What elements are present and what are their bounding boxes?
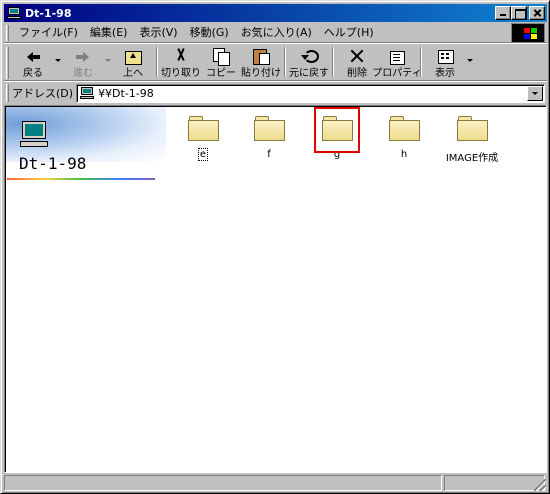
delete-label: 削除	[347, 68, 367, 79]
back-dropdown[interactable]	[53, 45, 63, 79]
copy-button[interactable]: コピー	[201, 45, 241, 79]
computer-icon[interactable]	[7, 7, 21, 19]
folder-up-icon	[124, 48, 142, 65]
back-arrow-icon	[24, 48, 42, 63]
folder-icon	[187, 114, 219, 141]
status-bar	[4, 475, 547, 492]
cut-button[interactable]: 切り取り	[161, 45, 201, 79]
view-icon	[436, 48, 454, 64]
toolbar-grip[interactable]	[6, 47, 9, 79]
cut-label: 切り取り	[161, 68, 201, 79]
undo-button[interactable]: 元に戻す	[289, 45, 329, 79]
standard-toolbar: 戻る 進む 上へ 切り取り コピー 貼り付け 元に戻す 削除 プロパティ 表示	[4, 45, 547, 81]
status-pane-zone	[444, 475, 545, 491]
view-button[interactable]: 表示	[425, 45, 465, 79]
status-pane-main	[4, 475, 442, 491]
highlight-box	[314, 107, 360, 153]
folder-item[interactable]: f	[239, 114, 299, 166]
explorer-window: Dt-1-98 ファイル(F) 編集(E) 表示(V) 移動(G) お気に入り(…	[0, 0, 550, 494]
address-label: アドレス(D)	[12, 87, 74, 100]
menu-edit[interactable]: 編集(E)	[84, 24, 134, 42]
delete-x-icon	[348, 48, 366, 63]
folder-label: f	[267, 149, 271, 160]
paste-button[interactable]: 貼り付け	[241, 45, 281, 79]
properties-button[interactable]: プロパティ	[372, 45, 422, 79]
forward-button[interactable]: 進む	[63, 45, 103, 79]
toolbar-separator	[332, 47, 334, 77]
window-title: Dt-1-98	[25, 6, 72, 20]
undo-label: 元に戻す	[289, 68, 329, 79]
toolbar-separator	[156, 47, 158, 77]
menubar-grip[interactable]	[6, 24, 9, 41]
folder-item[interactable]: e	[173, 114, 233, 166]
panel-divider	[7, 178, 155, 180]
menu-favorites[interactable]: お気に入り(A)	[235, 24, 318, 42]
menu-bar: ファイル(F) 編集(E) 表示(V) 移動(G) お気に入り(A) ヘルプ(H…	[4, 23, 547, 43]
toolbar-separator	[284, 47, 286, 77]
view-dropdown[interactable]	[465, 45, 475, 79]
scissors-icon	[172, 48, 190, 63]
folder-item[interactable]: h	[374, 114, 434, 166]
properties-label: プロパティ	[372, 68, 422, 79]
address-dropdown-button[interactable]	[527, 85, 543, 101]
folder-icon	[456, 114, 488, 141]
view-label: 表示	[435, 68, 455, 79]
forward-arrow-icon	[74, 48, 92, 63]
copy-icon	[212, 48, 230, 66]
address-input[interactable]: ¥¥Dt-1-98	[76, 83, 545, 103]
delete-button[interactable]: 削除	[337, 45, 377, 79]
forward-label: 進む	[73, 68, 93, 79]
close-button[interactable]	[529, 6, 545, 20]
network-computer-icon	[20, 121, 50, 149]
menu-help[interactable]: ヘルプ(H)	[318, 24, 380, 42]
up-label: 上へ	[123, 68, 143, 79]
back-button[interactable]: 戻る	[13, 45, 53, 79]
folder-label: IMAGE作成	[445, 153, 499, 164]
computer-icon	[80, 87, 95, 99]
back-label: 戻る	[23, 68, 43, 79]
resize-grip-icon[interactable]	[534, 479, 546, 491]
properties-icon	[388, 48, 406, 65]
panel-title: Dt-1-98	[19, 154, 87, 173]
menu-file[interactable]: ファイル(F)	[13, 24, 84, 42]
addressbar-grip[interactable]	[6, 84, 9, 102]
folder-view[interactable]: Dt-1-98 e f g h IMAGE作成	[4, 105, 547, 473]
folder-label: h	[400, 149, 408, 160]
menu-view[interactable]: 表示(V)	[133, 24, 183, 42]
maximize-button[interactable]	[511, 6, 527, 20]
web-view-panel: Dt-1-98	[5, 106, 166, 186]
forward-dropdown[interactable]	[103, 45, 113, 79]
paste-icon	[252, 48, 270, 65]
windows-logo-icon	[511, 23, 545, 43]
copy-label: コピー	[206, 68, 236, 79]
folder-icon	[253, 114, 285, 141]
toolbar-separator	[420, 47, 422, 77]
menu-go[interactable]: 移動(G)	[184, 24, 235, 42]
minimize-button[interactable]	[495, 6, 511, 20]
title-bar[interactable]: Dt-1-98	[4, 4, 547, 22]
address-value[interactable]: ¥¥Dt-1-98	[98, 87, 527, 100]
folder-label: e	[197, 148, 209, 161]
undo-icon	[300, 48, 319, 63]
address-bar: アドレス(D) ¥¥Dt-1-98	[4, 82, 547, 104]
up-button[interactable]: 上へ	[113, 45, 153, 79]
folder-item[interactable]: IMAGE作成	[442, 114, 502, 166]
paste-label: 貼り付け	[241, 68, 281, 79]
folder-icon	[388, 114, 420, 141]
